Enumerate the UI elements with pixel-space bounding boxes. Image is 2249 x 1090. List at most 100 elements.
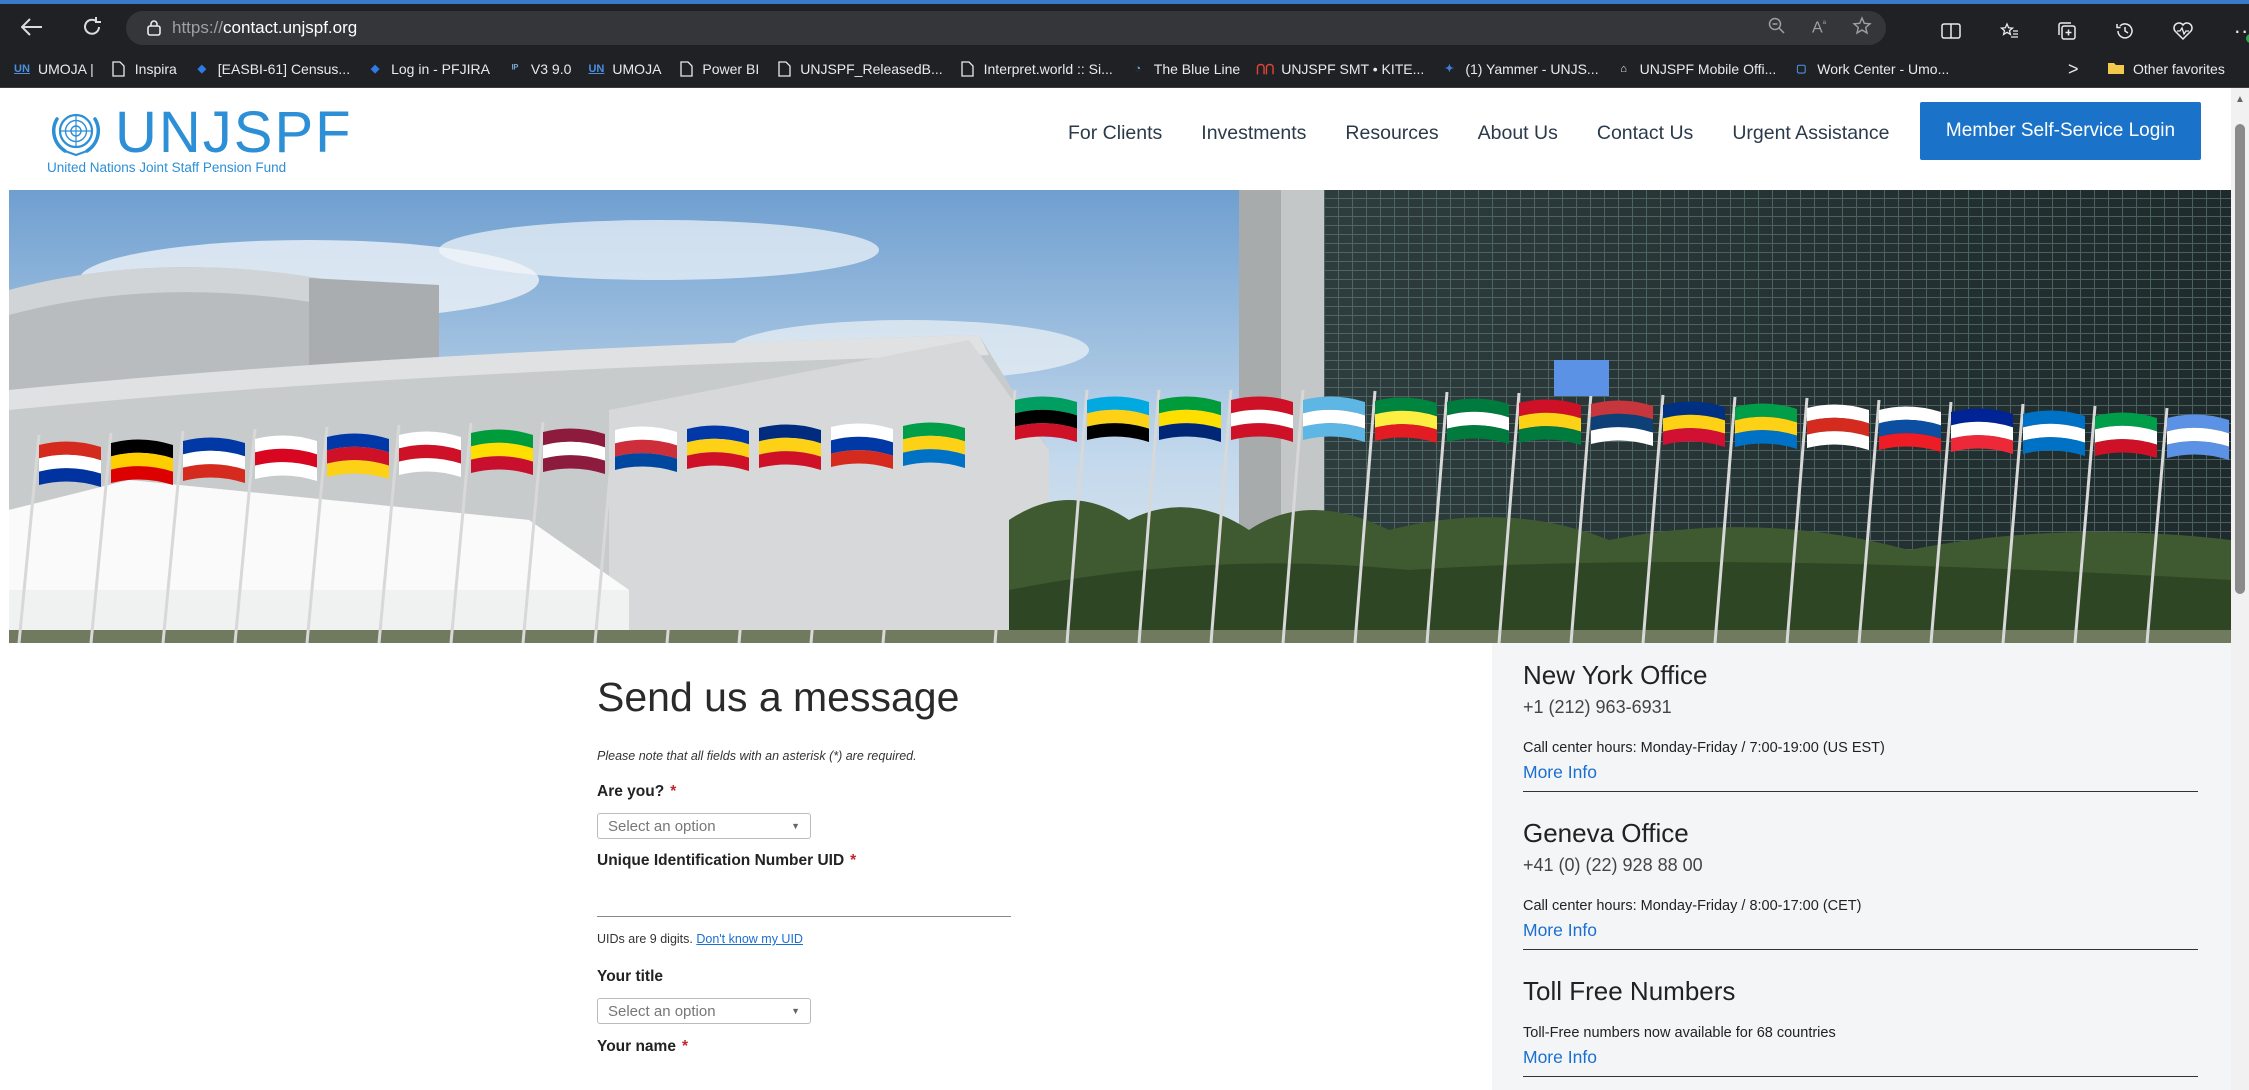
your-title-field: Your title Select an option ▼ (597, 968, 1097, 1024)
nav-about-us[interactable]: About Us (1478, 122, 1558, 145)
bookmark-label: Power BI (702, 60, 760, 77)
refresh-icon[interactable] (72, 9, 112, 45)
bookmark-item[interactable]: ᴵᴾ V3 9.0 (507, 60, 572, 77)
bookmark-item[interactable]: Interpret.world :: Si... (960, 61, 1113, 77)
nav-for-clients[interactable]: For Clients (1068, 122, 1162, 145)
required-asterisk: * (850, 852, 857, 869)
bookmarks-overflow-chevron-icon[interactable]: > (2068, 50, 2079, 88)
other-favorites-folder[interactable]: Other favorites (2107, 50, 2225, 88)
office-phone: +1 (212) 963-6931 (1523, 697, 1672, 717)
ipas-icon: ᴵᴾ (511, 62, 519, 75)
nav-contact-us[interactable]: Contact Us (1597, 122, 1693, 145)
unjspf-logo[interactable]: UNJSPF (47, 104, 353, 162)
back-arrow-icon[interactable] (12, 9, 52, 45)
bookmark-item[interactable]: UN UMOJA (588, 61, 661, 77)
scroll-up-arrow-icon[interactable]: ▲ (2235, 94, 2245, 105)
uid-input[interactable] (597, 870, 1097, 916)
bookmark-label: The Blue Line (1153, 60, 1241, 77)
bookmark-item[interactable]: Inspira (111, 61, 177, 77)
new-york-office: New York Office +1 (212) 963-6931 Call c… (1523, 660, 2198, 792)
more-info-link[interactable]: More Info (1523, 762, 2198, 783)
dont-know-uid-link[interactable]: Don't know my UID (696, 932, 803, 946)
more-info-link[interactable]: More Info (1523, 920, 2198, 941)
bookmark-item[interactable]: ◔ The Blue Line (1130, 61, 1240, 77)
bookmark-label: Work Center - Umo... (1817, 60, 1950, 77)
page-icon (111, 60, 127, 77)
bookmark-label: UNJSPF Mobile Offi... (1639, 60, 1777, 77)
bookmark-item[interactable]: ✦ (1) Yammer - UNJS... (1441, 60, 1599, 77)
nav-resources[interactable]: Resources (1345, 122, 1438, 145)
page-icon (960, 60, 976, 77)
favorites-icon[interactable] (1993, 15, 2025, 47)
are-you-field: Are you? * Select an option ▼ (597, 783, 1097, 839)
favorite-star-icon[interactable] (1852, 15, 1872, 41)
office-contacts-panel: New York Office +1 (212) 963-6931 Call c… (1492, 643, 2231, 1090)
office-hours: Call center hours: Monday-Friday / 7:00-… (1523, 740, 1885, 756)
un-icon: UN (588, 62, 605, 75)
your-title-label: Your title (597, 968, 664, 985)
dropdown-caret-icon: ▼ (791, 821, 800, 831)
bookmark-label: Inspira (134, 60, 177, 77)
bookmark-label: (1) Yammer - UNJS... (1465, 60, 1599, 77)
collections-icon[interactable] (2051, 15, 2083, 47)
address-bar[interactable]: https://contact.unjspf.org Aᵃ (126, 11, 1886, 45)
un-emblem-icon (51, 113, 101, 157)
web-page: UNJSPF United Nations Joint Staff Pensio… (9, 88, 2231, 1090)
your-name-label: Your name * (597, 1038, 688, 1055)
more-menu-icon[interactable]: ·· (2225, 15, 2249, 47)
page-icon (776, 60, 792, 77)
address-toolbar: https://contact.unjspf.org Aᵃ ·· (0, 4, 2249, 50)
member-self-service-login-button[interactable]: Member Self-Service Login (1920, 102, 2201, 160)
read-aloud-icon[interactable]: Aᵃ (1812, 18, 1826, 37)
folder-icon (2107, 61, 2125, 78)
office-phone: +41 (0) (22) 928 88 00 (1523, 855, 1703, 875)
contact-form: Send us a message Please note that all f… (597, 660, 1097, 1056)
hero-image-un-headquarters (9, 190, 2231, 643)
split-screen-icon[interactable] (1935, 15, 1967, 47)
office-hours: Call center hours: Monday-Friday / 8:00-… (1523, 898, 1862, 914)
bookmark-label: V3 9.0 (530, 60, 572, 77)
bookmark-item[interactable]: ▢ Work Center - Umo... (1793, 61, 1949, 77)
toll-free-numbers: Toll Free Numbers Toll-Free numbers now … (1523, 976, 2198, 1077)
scrollbar-thumb[interactable] (2235, 124, 2245, 594)
bookmark-label: UMOJA (612, 60, 662, 77)
your-title-select[interactable]: Select an option ▼ (597, 998, 811, 1024)
page-icon (678, 60, 694, 77)
bookmark-label: Log in - PFJIRA (391, 60, 490, 77)
more-info-link[interactable]: More Info (1523, 1047, 2198, 1068)
form-title: Send us a message (597, 674, 960, 720)
browser-essentials-icon[interactable] (2167, 15, 2199, 47)
url-text[interactable]: https://contact.unjspf.org (172, 18, 357, 38)
hero-illustration (9, 190, 2231, 643)
are-you-select[interactable]: Select an option ▼ (597, 813, 811, 839)
uid-hint: UIDs are 9 digits. Don't know my UID (597, 932, 803, 946)
other-favorites-label: Other favorites (2133, 61, 2225, 77)
are-you-label: Are you? * (597, 783, 677, 800)
bookmark-item[interactable]: ◆ [EASBI-61] Census... (194, 60, 351, 77)
bookmark-item[interactable]: ◆ Log in - PFJIRA (367, 61, 490, 77)
bookmarks-bar: UN UMOJA | Inspira ◆ [EASBI-61] Census... ◆ Lo… (0, 50, 2249, 88)
un-icon: UN (14, 62, 30, 75)
logo-wordmark: UNJSPF (115, 100, 353, 165)
bookmark-item[interactable]: ⋂⋂ UNJSPF SMT • KITE... (1256, 60, 1425, 77)
your-name-field: Your name * (597, 1038, 1097, 1056)
page-scrollbar[interactable]: ▲ (2231, 88, 2249, 1090)
divider (1523, 1076, 2198, 1077)
zoom-icon[interactable] (1768, 17, 1786, 40)
nav-urgent-assistance[interactable]: Urgent Assistance (1732, 122, 1889, 145)
bookmark-item[interactable]: Power BI (678, 61, 759, 77)
bookmark-label: UMOJA | (38, 60, 94, 77)
your-title-select-value: Select an option (608, 1002, 716, 1020)
history-icon[interactable] (2109, 15, 2141, 47)
bookmark-label: Interpret.world :: Si... (983, 60, 1113, 77)
site-info-icon[interactable] (136, 20, 172, 36)
bookmark-item[interactable]: ⌂ UNJSPF Mobile Offi... (1616, 60, 1777, 77)
bookmark-label: [EASBI-61] Census... (217, 60, 351, 77)
bookmark-item[interactable]: UNJSPF_ReleasedB... (776, 60, 943, 77)
jira-icon: ◆ (197, 63, 207, 75)
bookmark-item[interactable]: UN UMOJA | (14, 61, 94, 77)
nav-investments[interactable]: Investments (1201, 122, 1306, 145)
bookmark-label: UNJSPF SMT • KITE... (1281, 60, 1425, 77)
office-name: New York Office (1523, 660, 1708, 690)
divider (1523, 791, 2198, 792)
